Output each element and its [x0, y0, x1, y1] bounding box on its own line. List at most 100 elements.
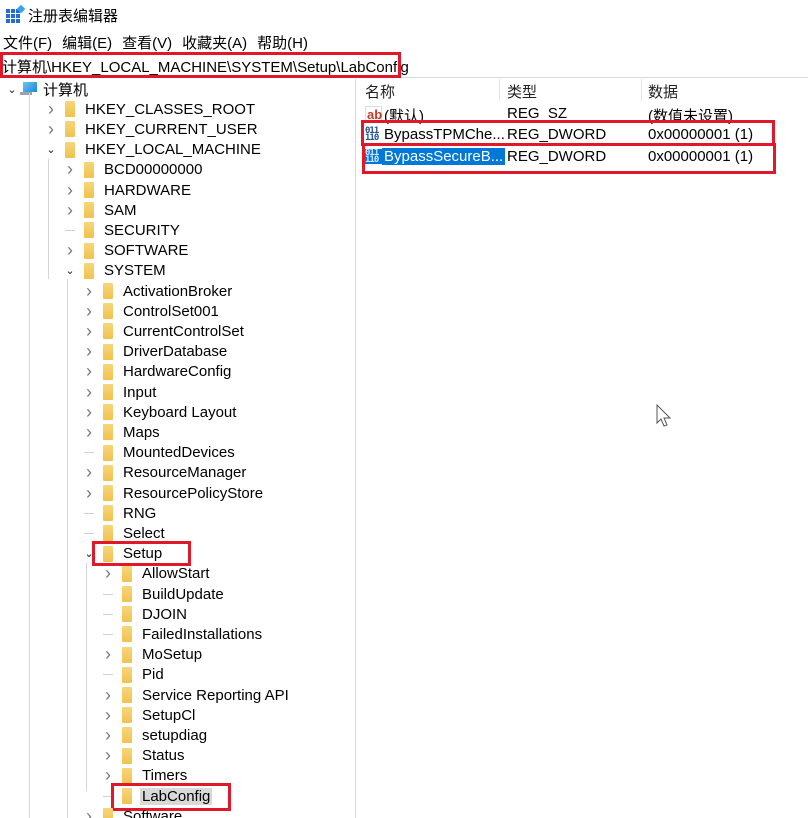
tree-item-buildupdate[interactable]: BuildUpdate — [102, 584, 224, 604]
menu-file[interactable]: 文件(F) — [3, 32, 52, 53]
tree-item-sam[interactable]: ›SAM — [64, 200, 137, 220]
tree-item-hardwareconfig[interactable]: ›HardwareConfig — [83, 362, 231, 382]
chevron-down-icon[interactable]: ⌄ — [83, 544, 95, 564]
tree-item-resourcemanager[interactable]: ›ResourceManager — [83, 463, 246, 483]
chevron-right-icon[interactable]: › — [83, 321, 95, 341]
chevron-right-icon[interactable]: › — [64, 241, 76, 261]
value-row-selected[interactable]: 011110 BypassSecureB... REG_DWORD 0x0000… — [357, 146, 808, 168]
menu-edit[interactable]: 编辑(E) — [62, 32, 112, 53]
chevron-right-icon[interactable]: › — [102, 766, 114, 786]
tree-item-software[interactable]: ›SOFTWARE — [64, 241, 188, 261]
tree-item-bcd00000000[interactable]: ›BCD00000000 — [64, 160, 202, 180]
chevron-right-icon[interactable]: › — [102, 705, 114, 725]
chevron-right-icon[interactable]: › — [83, 463, 95, 483]
tree-item-rng[interactable]: RNG — [83, 503, 156, 523]
address-bar[interactable]: 计算机\HKEY_LOCAL_MACHINE\SYSTEM\Setup\LabC… — [0, 54, 808, 78]
folder-icon — [65, 101, 75, 117]
tree-item-currentcontrolset[interactable]: ›CurrentControlSet — [83, 321, 244, 341]
chevron-right-icon[interactable]: › — [45, 119, 57, 139]
chevron-right-icon[interactable]: › — [83, 281, 95, 301]
chevron-right-icon[interactable]: › — [64, 180, 76, 200]
value-data: 0x00000001 (1) — [648, 126, 753, 143]
chevron-right-icon[interactable]: › — [83, 382, 95, 402]
tree-item-pid[interactable]: Pid — [102, 665, 164, 685]
tree-item-controlset001[interactable]: ›ControlSet001 — [83, 301, 219, 321]
chevron-right-icon[interactable]: › — [83, 806, 95, 818]
chevron-right-icon[interactable]: › — [64, 200, 76, 220]
string-value-icon: ab — [365, 106, 382, 121]
folder-icon — [103, 525, 113, 541]
folder-icon — [103, 505, 113, 521]
values-list[interactable]: 名称 类型 数据 ab (默认) REG_SZ (数值未设置) 011110 B… — [357, 79, 808, 818]
column-header-type[interactable]: 类型 — [507, 81, 537, 102]
tree-item-resourcepolicystore[interactable]: ›ResourcePolicyStore — [83, 483, 263, 503]
tree-guide-line — [29, 93, 30, 818]
tree-connector — [102, 624, 114, 644]
chevron-right-icon[interactable]: › — [102, 564, 114, 584]
chevron-right-icon[interactable]: › — [102, 645, 114, 665]
tree-item-labconfig[interactable]: LabConfig — [102, 786, 212, 806]
registry-tree[interactable]: ⌄计算机›HKEY_CLASSES_ROOT›HKEY_CURRENT_USER… — [0, 79, 356, 818]
folder-icon — [84, 263, 94, 279]
column-separator[interactable] — [641, 79, 642, 101]
value-type: REG_DWORD — [507, 148, 606, 165]
tree-item-system[interactable]: ⌄SYSTEM — [64, 261, 166, 281]
folder-icon — [84, 182, 94, 198]
tree-item-timers[interactable]: ›Timers — [102, 766, 187, 786]
chevron-right-icon[interactable]: › — [102, 725, 114, 745]
tree-item-driverdatabase[interactable]: ›DriverDatabase — [83, 342, 227, 362]
value-row[interactable]: 011110 BypassTPMChe... REG_DWORD 0x00000… — [357, 124, 808, 146]
tree-item-security[interactable]: SECURITY — [64, 220, 180, 240]
tree-item-setupdiag[interactable]: ›setupdiag — [102, 725, 207, 745]
folder-icon — [122, 768, 132, 784]
chevron-right-icon[interactable]: › — [45, 99, 57, 119]
tree-item-input[interactable]: ›Input — [83, 382, 156, 402]
chevron-right-icon[interactable]: › — [83, 402, 95, 422]
menu-view[interactable]: 查看(V) — [122, 32, 172, 53]
tree-item-keyboard-layout[interactable]: ›Keyboard Layout — [83, 402, 236, 422]
tree-item-select[interactable]: Select — [83, 523, 165, 543]
tree-item-hkey-classes-root[interactable]: ›HKEY_CLASSES_ROOT — [45, 99, 255, 119]
tree-item-setup[interactable]: ⌄Setup — [83, 544, 162, 564]
chevron-down-icon[interactable]: ⌄ — [64, 261, 76, 281]
column-header-name[interactable]: 名称 — [365, 81, 395, 102]
chevron-right-icon[interactable]: › — [102, 746, 114, 766]
chevron-right-icon[interactable]: › — [83, 362, 95, 382]
tree-item-status[interactable]: ›Status — [102, 746, 185, 766]
column-separator[interactable] — [499, 79, 500, 101]
chevron-right-icon[interactable]: › — [83, 301, 95, 321]
folder-icon — [122, 748, 132, 764]
chevron-right-icon[interactable]: › — [102, 685, 114, 705]
value-name: (默认) — [384, 105, 424, 126]
chevron-down-icon[interactable]: ⌄ — [45, 140, 57, 160]
tree-item-djoin[interactable]: DJOIN — [102, 604, 187, 624]
chevron-right-icon[interactable]: › — [83, 342, 95, 362]
tree-item-label: LabConfig — [140, 788, 212, 805]
chevron-right-icon[interactable]: › — [64, 160, 76, 180]
tree-item-maps[interactable]: ›Maps — [83, 422, 160, 442]
tree-item-service-reporting-api[interactable]: ›Service Reporting API — [102, 685, 289, 705]
tree-root-computer[interactable]: ⌄计算机 — [6, 79, 88, 99]
chevron-right-icon[interactable]: › — [83, 422, 95, 442]
menu-help[interactable]: 帮助(H) — [257, 32, 308, 53]
tree-item-hkey-current-user[interactable]: ›HKEY_CURRENT_USER — [45, 119, 258, 139]
tree-item-mosetup[interactable]: ›MoSetup — [102, 645, 202, 665]
menu-favorites[interactable]: 收藏夹(A) — [182, 32, 247, 53]
folder-icon — [65, 142, 75, 158]
tree-item-mounteddevices[interactable]: MountedDevices — [83, 443, 235, 463]
tree-item-hardware[interactable]: ›HARDWARE — [64, 180, 191, 200]
tree-item-setupcl[interactable]: ›SetupCl — [102, 705, 195, 725]
tree-guide-line — [67, 279, 68, 818]
chevron-down-icon[interactable]: ⌄ — [6, 79, 18, 99]
value-row[interactable]: ab (默认) REG_SZ (数值未设置) — [357, 103, 808, 125]
tree-item-hkey-local-machine[interactable]: ⌄HKEY_LOCAL_MACHINE — [45, 140, 261, 160]
column-header-data[interactable]: 数据 — [648, 81, 678, 102]
chevron-right-icon[interactable]: › — [83, 483, 95, 503]
tree-item-allowstart[interactable]: ›AllowStart — [102, 564, 210, 584]
tree-connector — [83, 443, 95, 463]
address-path[interactable]: 计算机\HKEY_LOCAL_MACHINE\SYSTEM\Setup\LabC… — [2, 56, 409, 77]
tree-item-label: RNG — [123, 505, 156, 522]
tree-item-failedinstallations[interactable]: FailedInstallations — [102, 624, 262, 644]
tree-item-activationbroker[interactable]: ›ActivationBroker — [83, 281, 232, 301]
tree-item-software[interactable]: ›Software — [83, 806, 182, 818]
